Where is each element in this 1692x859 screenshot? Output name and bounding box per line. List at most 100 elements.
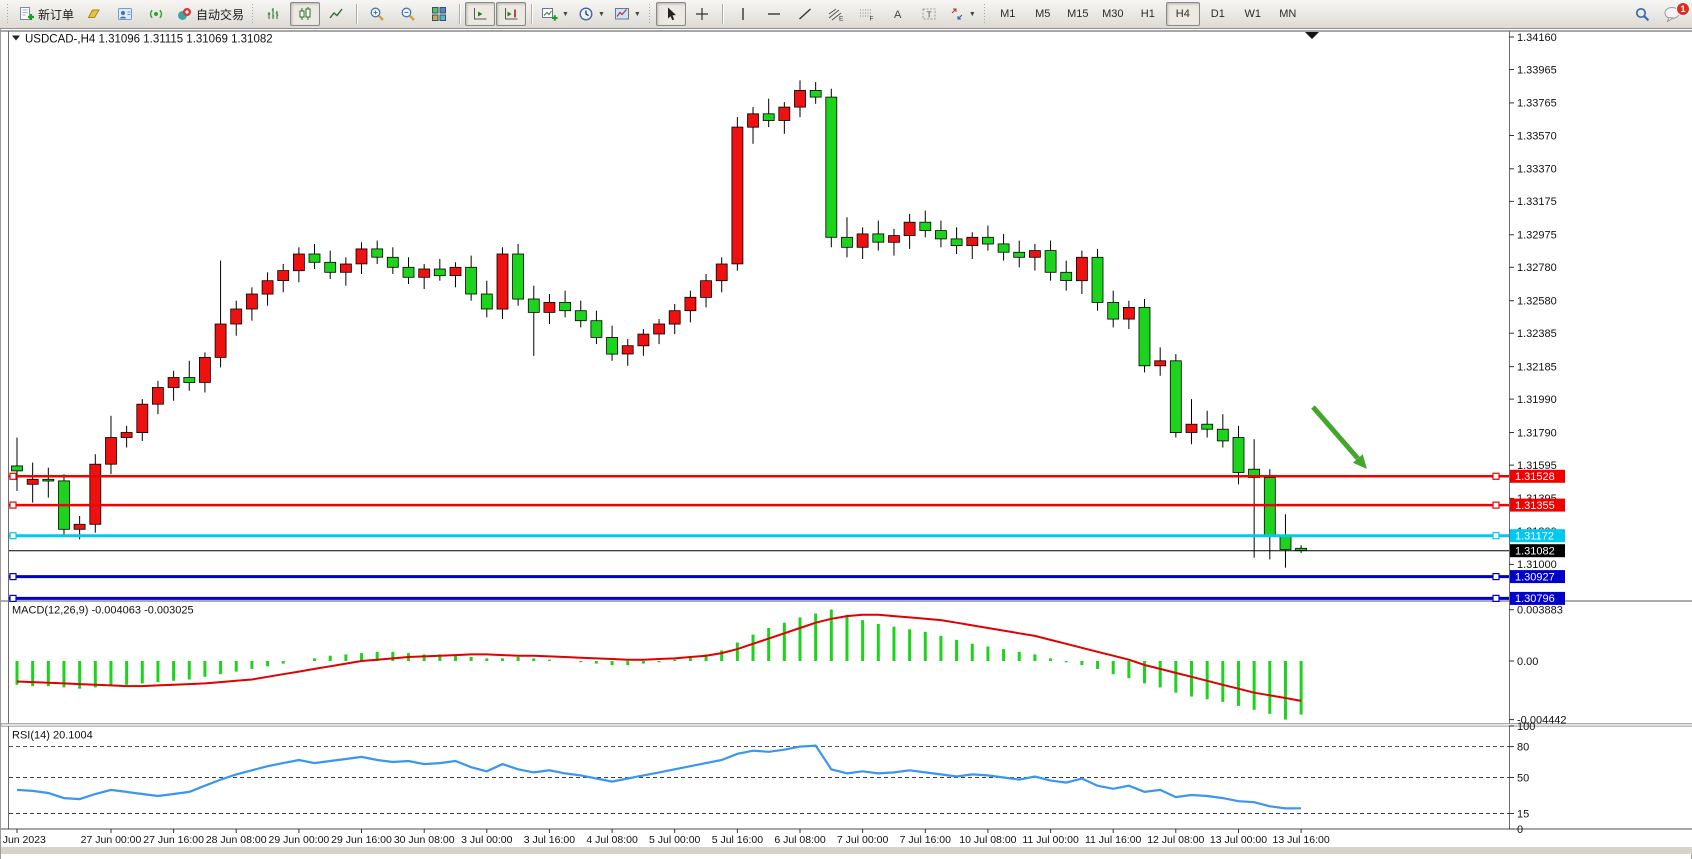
svg-text:50: 50	[1517, 772, 1529, 784]
timeframe-h4-button[interactable]: H4	[1166, 2, 1200, 26]
svg-text:29 Jun 16:00: 29 Jun 16:00	[331, 834, 392, 846]
zoom-in-icon	[369, 6, 385, 22]
tile-windows-icon	[431, 6, 447, 22]
timeframe-d1-button[interactable]: D1	[1201, 2, 1235, 26]
text-label-icon: T	[921, 6, 937, 22]
profile-button[interactable]	[110, 2, 140, 26]
autotrading-button[interactable]: 自动交易	[172, 2, 248, 26]
chart-shift-button[interactable]	[496, 2, 526, 26]
vertical-line-button[interactable]	[728, 2, 758, 26]
svg-text:5 Jul 16:00: 5 Jul 16:00	[712, 834, 764, 846]
line-chart-icon	[328, 6, 344, 22]
timeframe-mn-button[interactable]: MN	[1271, 2, 1305, 26]
svg-text:26 Jun 2023: 26 Jun 2023	[1, 834, 46, 846]
autotrading-icon	[176, 6, 193, 22]
svg-text:13 Jul 16:00: 13 Jul 16:00	[1272, 834, 1329, 846]
periods-button[interactable]: ▼	[574, 2, 609, 26]
fibonacci-button[interactable]: E	[821, 2, 851, 26]
new-order-label: 新订单	[38, 6, 74, 23]
toolbar-grip[interactable]	[984, 4, 987, 24]
timeframe-h1-button[interactable]: H1	[1131, 2, 1165, 26]
svg-text:T: T	[926, 10, 931, 20]
search-button[interactable]	[1627, 2, 1657, 26]
svg-text:0.00: 0.00	[1517, 656, 1538, 668]
svg-text:E: E	[839, 16, 844, 23]
trendline-button[interactable]	[790, 2, 820, 26]
signals-button[interactable]	[141, 2, 171, 26]
dropdown-arrow-icon: ▼	[969, 11, 976, 18]
text-button[interactable]: A	[883, 2, 913, 26]
svg-text:1.34160: 1.34160	[1517, 32, 1557, 44]
timeframe-m1-button[interactable]: M1	[991, 2, 1025, 26]
svg-text:1.31990: 1.31990	[1517, 394, 1557, 406]
horizontal-line-icon	[766, 6, 782, 22]
zoom-out-button[interactable]	[393, 2, 423, 26]
timeframe-m15-button[interactable]: M15	[1061, 2, 1095, 26]
svg-text:10 Jul 08:00: 10 Jul 08:00	[959, 834, 1016, 846]
svg-text:1.31172: 1.31172	[1515, 531, 1554, 543]
tile-windows-button[interactable]	[424, 2, 454, 26]
line-chart-button[interactable]	[321, 2, 351, 26]
arrows-button[interactable]: ▼	[945, 2, 980, 26]
dropdown-arrow-icon: ▼	[562, 11, 569, 18]
metaeditor-button[interactable]	[79, 2, 109, 26]
signals-icon	[148, 6, 164, 22]
chart-shift-icon	[503, 6, 519, 22]
auto-scroll-icon	[472, 6, 488, 22]
svg-text:1.32580: 1.32580	[1517, 296, 1557, 308]
toolbar-grip[interactable]	[649, 4, 652, 24]
svg-text:1.32185: 1.32185	[1517, 361, 1557, 373]
bar-chart-icon	[266, 6, 282, 22]
crosshair-icon	[694, 6, 710, 22]
toolbar-separator	[531, 4, 532, 24]
svg-text:30 Jun 08:00: 30 Jun 08:00	[394, 834, 455, 846]
svg-text:1.33175: 1.33175	[1517, 196, 1557, 208]
alerts-button[interactable]: 1	[1658, 2, 1688, 26]
vertical-line-icon	[735, 6, 751, 22]
svg-text:7 Jul 16:00: 7 Jul 16:00	[900, 834, 952, 846]
svg-text:5 Jul 00:00: 5 Jul 00:00	[649, 834, 701, 846]
chart-canvas[interactable]: 1.341601.339651.337651.335701.333701.331…	[1, 29, 1692, 854]
toolbar-separator	[459, 4, 460, 24]
toolbar-grip[interactable]	[252, 4, 255, 24]
add-indicator-icon	[541, 6, 558, 22]
crosshair-button[interactable]	[687, 2, 717, 26]
svg-text:1.30796: 1.30796	[1515, 593, 1555, 605]
profile-icon	[117, 6, 133, 22]
candlestick-button[interactable]	[290, 2, 320, 26]
svg-text:3 Jul 00:00: 3 Jul 00:00	[461, 834, 513, 846]
dropdown-arrow-icon: ▼	[598, 11, 605, 18]
svg-text:1.32975: 1.32975	[1517, 230, 1557, 242]
timeframe-m30-button[interactable]: M30	[1096, 2, 1130, 26]
arrows-icon	[949, 6, 965, 22]
svg-text:1.33765: 1.33765	[1517, 98, 1557, 110]
svg-text:27 Jun 00:00: 27 Jun 00:00	[81, 834, 142, 846]
text-label-button[interactable]: T	[914, 2, 944, 26]
zoom-in-button[interactable]	[362, 2, 392, 26]
new-order-icon	[18, 6, 35, 22]
svg-text:80: 80	[1517, 741, 1529, 753]
svg-text:1.33965: 1.33965	[1517, 64, 1557, 76]
templates-button[interactable]: ▼	[610, 2, 645, 26]
svg-text:3 Jul 16:00: 3 Jul 16:00	[524, 834, 576, 846]
svg-text:4 Jul 08:00: 4 Jul 08:00	[586, 834, 638, 846]
bar-chart-button[interactable]	[259, 2, 289, 26]
new-order-button[interactable]: 新订单	[14, 2, 78, 26]
svg-text:USDCAD-,H4 1.31096 1.31115 1.3: USDCAD-,H4 1.31096 1.31115 1.31069 1.310…	[25, 34, 273, 46]
grid-button[interactable]: F	[852, 2, 882, 26]
svg-text:6 Jul 08:00: 6 Jul 08:00	[774, 834, 826, 846]
toolbar-grip[interactable]	[7, 4, 10, 24]
toolbar: 新订单 自动交易	[0, 0, 1692, 29]
timeframe-m5-button[interactable]: M5	[1026, 2, 1060, 26]
timeframe-w1-button[interactable]: W1	[1236, 2, 1270, 26]
svg-text:1.31790: 1.31790	[1517, 427, 1557, 439]
horizontal-line-button[interactable]	[759, 2, 789, 26]
svg-text:7 Jul 00:00: 7 Jul 00:00	[837, 834, 889, 846]
svg-text:28 Jun 08:00: 28 Jun 08:00	[206, 834, 267, 846]
svg-text:13 Jul 00:00: 13 Jul 00:00	[1210, 834, 1267, 846]
auto-scroll-button[interactable]	[465, 2, 495, 26]
cursor-button[interactable]	[656, 2, 686, 26]
add-indicator-button[interactable]: ▼	[537, 2, 573, 26]
svg-text:29 Jun 00:00: 29 Jun 00:00	[269, 834, 330, 846]
trendline-icon	[797, 6, 813, 22]
